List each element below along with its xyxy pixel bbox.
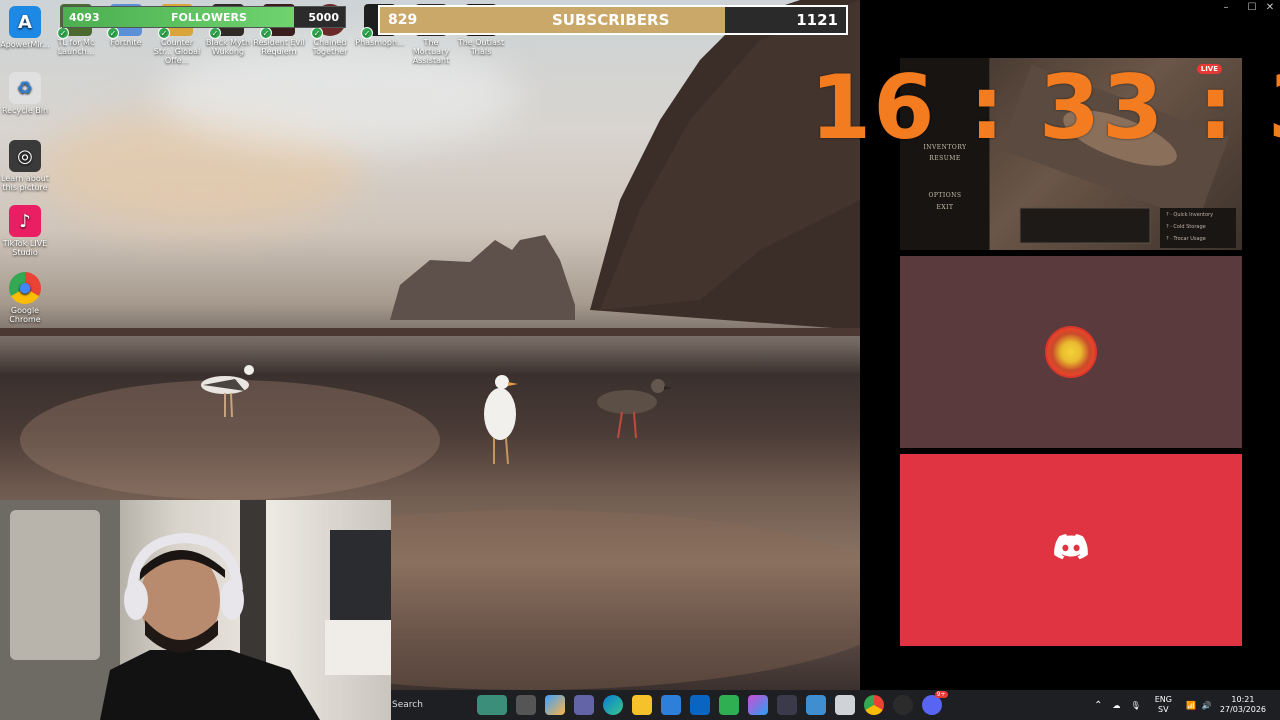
subscribers-goal-bar: 829 SUBSCRIBERS 1121 <box>378 5 848 35</box>
maximize-icon[interactable]: ☐ <box>1242 0 1262 16</box>
game-label: Phasmoph... <box>355 38 405 47</box>
recycle-bin-icon: ♻ <box>9 72 41 104</box>
subscribers-current: 829 <box>388 12 418 28</box>
seagull-left <box>201 365 254 418</box>
quick-item-1: ? · Quick Inventory <box>1166 212 1214 218</box>
photos-icon[interactable] <box>805 695 826 715</box>
tiktok-icon: ♪ <box>9 205 41 237</box>
outlook-icon[interactable] <box>689 695 710 715</box>
desktop-icon-label: Learn about this picture <box>1 174 49 192</box>
desktop-icon-label: Google Chrome <box>9 306 41 324</box>
widgets-icon[interactable] <box>476 695 507 715</box>
game-label: The Outlast Trials <box>457 38 505 56</box>
settings-icon[interactable] <box>834 695 855 715</box>
language-top: ENG <box>1154 695 1172 704</box>
notification-badge: 9+ <box>934 691 948 698</box>
desktop-icon-learn-about-picture[interactable]: ◎ Learn about this picture <box>0 140 50 192</box>
game-label: Fortnite <box>110 38 142 47</box>
discord-panel <box>900 454 1242 646</box>
chrome-icon: ● <box>9 272 41 304</box>
taskbar: Search 9+ ⌃ ☁ 🎙 ENG SV 📶 🔊 10:21 27/03/2… <box>391 690 1280 720</box>
quick-item-2: ? · Cold Storage <box>1166 224 1206 230</box>
file-explorer-icon[interactable] <box>631 695 652 715</box>
check-icon: ✓ <box>158 27 170 39</box>
system-tray: ⌃ ☁ 🎙 ENG SV 📶 🔊 10:21 27/03/2026 <box>1094 690 1280 720</box>
game-label: Counter Str... Global Offe... <box>153 38 201 65</box>
webcam-overlay <box>0 500 391 720</box>
discord-icon <box>1054 534 1088 560</box>
game-label: Black Myth Wukong <box>205 38 251 56</box>
discord-taskbar-icon[interactable]: 9+ <box>921 691 948 715</box>
m365-icon[interactable] <box>747 695 768 715</box>
desktop-icon-tiktok-live-studio[interactable]: ♪ TikTok LIVE Studio <box>0 205 50 257</box>
minimize-icon[interactable]: – <box>1216 0 1236 16</box>
menu-item-exit: EXIT <box>936 204 954 211</box>
language-indicator[interactable]: ENG SV <box>1155 695 1172 715</box>
screen: A ApowerMir... ♻ Recycle Bin ◎ Learn abo… <box>0 0 1280 720</box>
desktop-icon-label: TikTok LIVE Studio <box>2 239 48 257</box>
taskbar-time: 10:21 <box>1231 695 1255 704</box>
game-label: TL for Mc Launch... <box>57 38 95 56</box>
game-label: The Mortuary Assistant <box>412 38 450 65</box>
webcam-person-illustration <box>0 500 391 720</box>
check-icon: ✓ <box>57 27 69 39</box>
apowermirror-icon: A <box>9 6 41 38</box>
edge-icon[interactable] <box>602 695 623 715</box>
subscribers-label: SUBSCRIBERS <box>552 11 670 29</box>
desktop-icon-google-chrome[interactable]: ● Google Chrome <box>0 272 50 324</box>
desktop-icon-label: Recycle Bin <box>1 106 49 115</box>
copilot-icon[interactable] <box>544 695 565 715</box>
task-view-icon[interactable] <box>515 695 536 715</box>
network-drive-icon[interactable]: ☁ <box>1113 701 1121 710</box>
seagull-right <box>597 379 672 439</box>
desktop-icon-recycle-bin[interactable]: ♻ Recycle Bin <box>0 72 50 115</box>
voice-chat-panel <box>900 256 1242 448</box>
wifi-icon[interactable]: 📶 <box>1186 701 1196 710</box>
microphone-icon[interactable]: 🎙 <box>1131 701 1141 710</box>
followers-current: 4093 <box>69 11 100 24</box>
clock-date[interactable]: 10:21 27/03/2026 <box>1220 695 1266 715</box>
obs-icon[interactable] <box>776 695 797 715</box>
subscribers-goal: 1121 <box>796 11 838 29</box>
store-icon[interactable] <box>660 695 681 715</box>
desktop-icon-apowermirror[interactable]: A ApowerMir... <box>0 6 50 49</box>
menu-item-options: OPTIONS <box>928 192 962 199</box>
volume-icon[interactable]: 🔊 <box>1202 701 1212 710</box>
language-bottom: SV <box>1158 705 1169 714</box>
learn-about-picture-icon: ◎ <box>9 140 41 172</box>
shield-icon[interactable] <box>718 695 739 715</box>
game-label: Chained Together <box>312 38 348 56</box>
game-label: Resident Evil Requiem <box>253 38 305 56</box>
window-titlebar: – ☐ ✕ <box>860 0 1280 16</box>
close-icon[interactable]: ✕ <box>1260 0 1280 16</box>
followers-goal: 5000 <box>308 11 339 24</box>
seagull-center <box>484 375 518 465</box>
check-icon: ✓ <box>361 27 373 39</box>
check-icon: ✓ <box>260 27 272 39</box>
taskbar-search[interactable]: Search <box>392 700 472 710</box>
followers-label: FOLLOWERS <box>171 11 247 24</box>
taskbar-date: 27/03/2026 <box>1219 705 1266 714</box>
quick-item-3: ? · Trocar Usage <box>1166 236 1206 242</box>
followers-goal-bar: 4093 FOLLOWERS 5000 <box>62 6 346 28</box>
check-icon: ✓ <box>107 27 119 39</box>
stream-clock: 16 : 33 : 32 <box>810 56 1280 159</box>
chrome-taskbar-icon[interactable] <box>863 695 884 715</box>
teams-icon[interactable] <box>573 695 594 715</box>
avatar <box>1045 326 1097 378</box>
chevron-up-icon[interactable]: ⌃ <box>1094 700 1102 711</box>
desktop-icon-label: ApowerMir... <box>0 40 50 49</box>
steam-icon[interactable] <box>892 695 913 715</box>
